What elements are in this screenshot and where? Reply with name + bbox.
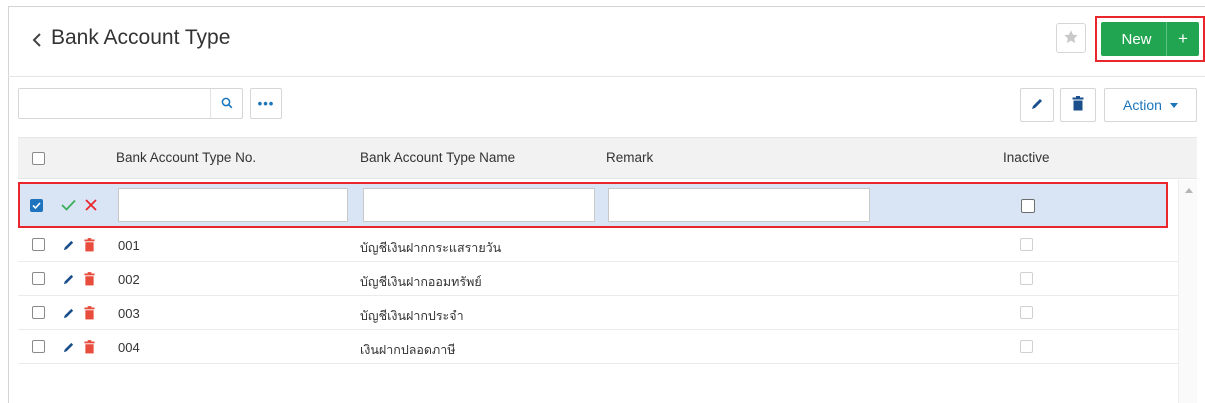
- table-row[interactable]: 003 บัญชีเงินฝากประจำ: [18, 296, 1178, 330]
- scroll-up-icon[interactable]: [1185, 188, 1193, 193]
- new-entry-row: [18, 182, 1168, 228]
- cell-no: 001: [118, 238, 140, 253]
- new-button-label: New: [1121, 30, 1152, 48]
- new-button[interactable]: New +: [1101, 22, 1199, 56]
- star-icon: [1063, 29, 1079, 48]
- more-options-button[interactable]: •••: [250, 88, 282, 119]
- cell-name: เงินฝากปลอดภาษี: [360, 342, 456, 357]
- remark-input[interactable]: [608, 188, 870, 222]
- action-dropdown[interactable]: Action: [1104, 88, 1197, 122]
- row-checkbox[interactable]: [32, 272, 45, 285]
- cell-no: 003: [118, 306, 140, 321]
- inactive-checkbox: [1020, 272, 1033, 285]
- inactive-checkbox: [1020, 340, 1033, 353]
- column-header-no[interactable]: Bank Account Type No.: [116, 150, 256, 165]
- page-header: Bank Account Type New +: [8, 6, 1205, 70]
- trash-icon: [1072, 96, 1084, 114]
- search-button[interactable]: [210, 89, 242, 118]
- bank-account-type-name-input[interactable]: [363, 188, 595, 222]
- column-header-inactive[interactable]: Inactive: [1003, 150, 1050, 165]
- cell-no: 002: [118, 272, 140, 287]
- row-checkbox[interactable]: [32, 340, 45, 353]
- trash-icon[interactable]: [83, 305, 95, 321]
- pencil-icon[interactable]: [61, 305, 75, 321]
- select-all-checkbox[interactable]: [32, 152, 45, 165]
- chevron-left-icon[interactable]: [28, 27, 48, 53]
- search-icon: [221, 96, 233, 112]
- table-row[interactable]: 001 บัญชีเงินฝากกระแสรายวัน: [18, 228, 1178, 262]
- inactive-checkbox: [1020, 238, 1033, 251]
- cell-name: บัญชีเงินฝากกระแสรายวัน: [360, 240, 502, 255]
- check-icon[interactable]: [60, 196, 76, 214]
- pencil-icon[interactable]: [61, 339, 75, 355]
- cell-no: 004: [118, 340, 140, 355]
- inactive-checkbox: [1020, 306, 1033, 319]
- pencil-icon[interactable]: [61, 237, 75, 253]
- new-button-highlight: New +: [1095, 16, 1205, 62]
- search-input[interactable]: [19, 89, 209, 118]
- cell-name: บัญชีเงินฝากประจำ: [360, 308, 464, 323]
- favorite-button[interactable]: [1056, 23, 1086, 53]
- caret-down-icon: [1169, 102, 1178, 108]
- close-icon[interactable]: [83, 196, 99, 214]
- search-box: [18, 88, 243, 119]
- table-header: Bank Account Type No. Bank Account Type …: [18, 137, 1197, 179]
- more-icon: •••: [257, 96, 275, 111]
- header-divider: [8, 76, 1205, 77]
- cell-name: บัญชีเงินฝากออมทรัพย์: [360, 274, 482, 289]
- pencil-icon: [1030, 97, 1044, 114]
- pencil-icon[interactable]: [61, 271, 75, 287]
- trash-icon[interactable]: [83, 271, 95, 287]
- table-scrollbar[interactable]: [1178, 180, 1197, 403]
- delete-button[interactable]: [1060, 88, 1096, 122]
- action-label: Action: [1123, 97, 1162, 113]
- trash-icon[interactable]: [83, 339, 95, 355]
- row-checkbox[interactable]: [32, 306, 45, 319]
- row-checkbox[interactable]: [30, 199, 43, 212]
- inactive-checkbox[interactable]: [1021, 199, 1035, 213]
- column-header-name[interactable]: Bank Account Type Name: [360, 150, 515, 165]
- bank-account-type-no-input[interactable]: [118, 188, 348, 222]
- table-row[interactable]: 002 บัญชีเงินฝากออมทรัพย์: [18, 262, 1178, 296]
- trash-icon[interactable]: [83, 237, 95, 253]
- column-header-remark[interactable]: Remark: [606, 150, 653, 165]
- edit-button[interactable]: [1020, 88, 1054, 122]
- plus-icon: +: [1178, 29, 1188, 48]
- table-row[interactable]: 004 เงินฝากปลอดภาษี: [18, 330, 1178, 364]
- row-checkbox[interactable]: [32, 238, 45, 251]
- page-title: Bank Account Type: [51, 26, 231, 49]
